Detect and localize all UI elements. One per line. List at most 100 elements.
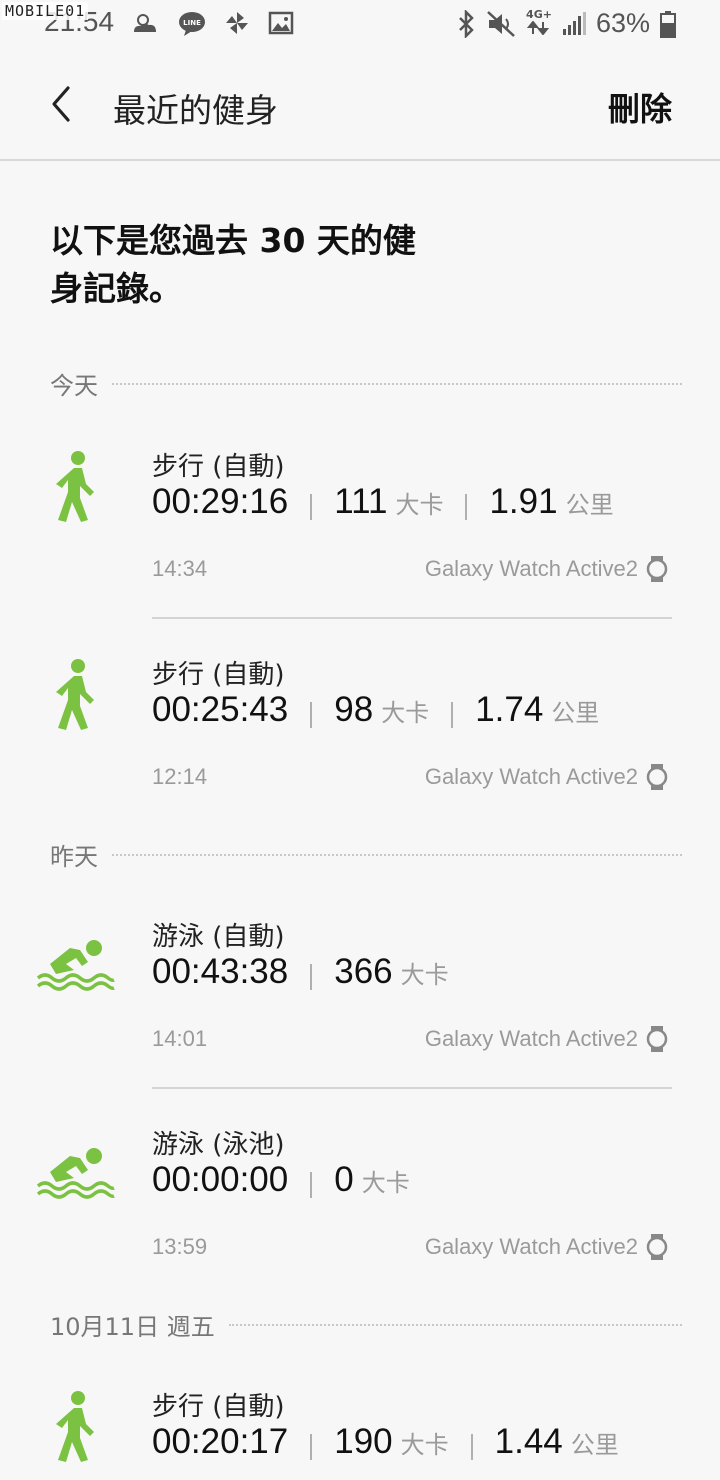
- watch-icon: [646, 1026, 668, 1052]
- watch-icon: [646, 764, 668, 790]
- swimming-icon: [36, 1148, 115, 1199]
- calories-unit: 大卡: [400, 1431, 449, 1459]
- chevron-left-icon: [52, 86, 70, 122]
- workout-distance: 1.91: [489, 482, 558, 521]
- item-divider: [152, 1087, 672, 1089]
- workout-distance: 1.44: [494, 1422, 563, 1461]
- notification-icons: LINE: [130, 10, 294, 36]
- workout-calories: 0: [334, 1160, 354, 1199]
- workout-time: 14:34: [152, 556, 208, 581]
- workout-name: 步行 (自動): [152, 1392, 285, 1422]
- stat-separator: [310, 964, 313, 990]
- stat-separator: [470, 1434, 473, 1460]
- workout-name: 步行 (自動): [152, 660, 285, 690]
- network-type-icon: 4G+: [526, 9, 552, 39]
- section-header-today: 今天: [50, 365, 682, 401]
- section-divider: [228, 1324, 682, 1326]
- workout-duration: 00:20:17: [152, 1422, 289, 1461]
- workout-distance: 1.74: [475, 690, 544, 729]
- back-button[interactable]: [40, 80, 90, 130]
- device-name: Galaxy Watch Active2: [424, 556, 638, 581]
- section-label: 10月11日 週五: [50, 1312, 215, 1341]
- workout-duration: 00:29:16: [152, 482, 289, 521]
- data-arrows-icon: [526, 19, 550, 36]
- workout-stats: 00:25:43 98 大卡 1.74 公里: [152, 690, 599, 740]
- stat-separator: [310, 494, 313, 520]
- workout-stats: 00:43:38 366 大卡: [152, 952, 449, 1002]
- workout-duration: 00:43:38: [152, 952, 289, 991]
- distance-unit: 公里: [570, 1431, 619, 1459]
- workout-name: 游泳 (自動): [152, 922, 285, 952]
- battery-percentage: 63%: [595, 8, 650, 38]
- workout-time: 13:59: [152, 1234, 208, 1259]
- workout-time: 14:01: [152, 1026, 208, 1051]
- workout-calories: 111: [334, 482, 388, 521]
- section-divider: [112, 854, 682, 856]
- calories-unit: 大卡: [381, 699, 430, 727]
- signal-icon: [562, 11, 586, 35]
- system-icons: 4G+ 63%: [456, 8, 676, 39]
- page-title: 最近的健身: [113, 91, 278, 130]
- workout-stats: 00:29:16 111 大卡 1.91 公里: [152, 482, 614, 532]
- workout-device: Galaxy Watch Active2: [425, 1026, 668, 1052]
- stat-separator: [310, 1172, 313, 1198]
- line-app-icon: LINE: [179, 12, 205, 36]
- walking-icon: [56, 451, 94, 522]
- workout-device: Galaxy Watch Active2: [425, 1234, 668, 1260]
- workout-device: Galaxy Watch Active2: [425, 764, 668, 790]
- workout-item[interactable]: 步行 (自動) 00:25:43 98 大卡 1.74 公里 12:14 Gal…: [0, 654, 720, 814]
- intro-line-2: 身記錄。: [50, 269, 182, 308]
- device-name: Galaxy Watch Active2: [424, 764, 638, 789]
- workout-item[interactable]: 游泳 (泳池) 00:00:00 0 大卡 13:59 Galaxy Watch…: [0, 1124, 720, 1284]
- workout-stats: 00:00:00 0 大卡: [152, 1160, 410, 1210]
- stat-separator: [310, 1434, 313, 1460]
- distance-unit: 公里: [565, 491, 614, 519]
- stat-separator: [310, 702, 313, 728]
- status-bar: 21:54 MOBILE01 LINE 4G+ 63%: [0, 0, 720, 50]
- weather-icon: [134, 14, 156, 32]
- section-label: 今天: [50, 371, 98, 400]
- mute-icon: [487, 10, 515, 37]
- workout-duration: 00:00:00: [152, 1160, 289, 1199]
- stat-separator: [451, 702, 454, 728]
- workout-calories: 190: [334, 1422, 393, 1461]
- item-divider: [152, 617, 672, 619]
- device-name: Galaxy Watch Active2: [424, 1234, 638, 1259]
- swimming-icon: [36, 940, 115, 991]
- walking-icon: [56, 659, 94, 730]
- stat-separator: [465, 494, 468, 520]
- workout-name: 游泳 (泳池): [152, 1130, 285, 1160]
- image-icon: [268, 11, 294, 35]
- workout-calories: 366: [334, 952, 393, 991]
- workout-time: 12:14: [152, 764, 208, 789]
- watch-icon: [646, 1234, 668, 1260]
- intro-line-1: 以下是您過去 30 天的健: [50, 221, 416, 260]
- battery-icon: [660, 10, 676, 38]
- app-header: 最近的健身 刪除: [0, 50, 720, 161]
- workout-name: 步行 (自動): [152, 452, 285, 482]
- calories-unit: 大卡: [400, 961, 449, 989]
- svg-text:LINE: LINE: [183, 19, 201, 27]
- section-divider: [112, 383, 682, 385]
- network-type-label: 4G+: [526, 7, 552, 21]
- watch-icon: [646, 556, 668, 582]
- workout-stats: 00:20:17 190 大卡 1.44 公里: [152, 1422, 619, 1472]
- distance-unit: 公里: [551, 699, 600, 727]
- bluetooth-icon: [459, 9, 474, 38]
- workout-duration: 00:25:43: [152, 690, 289, 729]
- calories-unit: 大卡: [395, 491, 444, 519]
- workout-item[interactable]: 步行 (自動) 00:29:16 111 大卡 1.91 公里 14:34 Ga…: [0, 446, 720, 606]
- walking-icon: [56, 1391, 94, 1462]
- watermark: MOBILE01: [2, 2, 89, 20]
- section-header-yesterday: 昨天: [50, 836, 682, 872]
- workout-device: Galaxy Watch Active2: [425, 556, 668, 582]
- device-name: Galaxy Watch Active2: [424, 1026, 638, 1051]
- workout-item[interactable]: 步行 (自動) 00:20:17 190 大卡 1.44 公里: [0, 1386, 720, 1480]
- calories-unit: 大卡: [361, 1169, 410, 1197]
- pinwheel-icon: [226, 12, 248, 34]
- section-header-oct-11: 10月11日 週五: [50, 1306, 682, 1342]
- workout-item[interactable]: 游泳 (自動) 00:43:38 366 大卡 14:01 Galaxy Wat…: [0, 916, 720, 1076]
- delete-button[interactable]: 刪除: [608, 84, 672, 130]
- workout-calories: 98: [334, 690, 374, 729]
- intro-text: 以下是您過去 30 天的健 身記錄。: [50, 217, 470, 313]
